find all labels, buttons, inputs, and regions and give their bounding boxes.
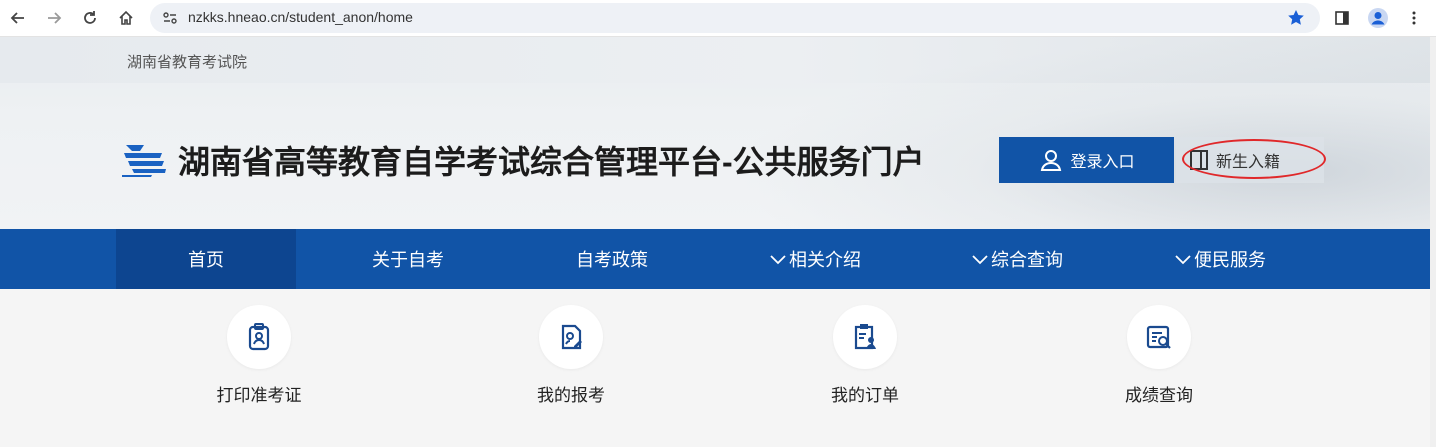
quick-link-label[interactable]: 我的报考 <box>471 381 671 406</box>
page-scrollbar[interactable] <box>1430 37 1436 447</box>
reload-button[interactable] <box>78 6 102 30</box>
home-icon <box>119 10 133 25</box>
chevron-down-icon <box>972 255 988 265</box>
avatar-icon <box>1368 8 1388 28</box>
home-button[interactable] <box>114 6 138 30</box>
chevron-down-icon <box>770 255 786 265</box>
nav-label: 综合查询 <box>991 250 1063 271</box>
search-document-icon <box>1146 325 1171 349</box>
background-landscape <box>730 37 1430 229</box>
id-badge-icon <box>248 323 270 351</box>
quick-links-section: 打印准考证 我的报考 我的订单 成绩查询 <box>0 289 1430 447</box>
quick-link-icon-wrap[interactable] <box>539 305 603 369</box>
nav-label: 相关介绍 <box>789 250 861 271</box>
quick-link-icon-wrap[interactable] <box>227 305 291 369</box>
nav-item-services[interactable]: 便民服务 <box>1130 229 1310 289</box>
nav-label: 首页 <box>188 250 224 271</box>
hnce-logo-icon[interactable] <box>122 141 168 179</box>
quick-link-score-query[interactable]: 成绩查询 <box>1059 305 1259 406</box>
bookmark-star-icon[interactable] <box>1286 8 1306 28</box>
nav-label: 关于自考 <box>372 250 444 271</box>
annotation-circle <box>1182 139 1326 179</box>
user-icon <box>1041 150 1062 171</box>
site-header: 湖南省教育考试院 湖南省高等教育自学考试综合管理平台-公共服务门户 登录入口 新… <box>0 37 1430 229</box>
nav-item-intro[interactable]: 相关介绍 <box>725 229 905 289</box>
clipboard-user-icon <box>854 324 876 350</box>
site-settings-icon[interactable] <box>162 10 178 26</box>
quick-link-my-orders[interactable]: 我的订单 <box>765 305 965 406</box>
quick-link-icon-wrap[interactable] <box>1127 305 1191 369</box>
quick-link-label[interactable]: 打印准考证 <box>159 381 359 406</box>
more-vertical-icon <box>1412 11 1416 25</box>
menu-button[interactable] <box>1402 6 1426 30</box>
address-bar[interactable]: nzkks.hneao.cn/student_anon/home <box>150 3 1320 33</box>
forward-button[interactable] <box>42 6 66 30</box>
quick-link-label[interactable]: 我的订单 <box>765 381 965 406</box>
nav-label: 便民服务 <box>1194 250 1266 271</box>
quick-link-my-registration[interactable]: 我的报考 <box>471 305 671 406</box>
url-text[interactable]: nzkks.hneao.cn/student_anon/home <box>188 9 413 25</box>
arrow-left-icon <box>10 12 24 24</box>
reload-icon <box>84 11 96 24</box>
nav-item-policy[interactable]: 自考政策 <box>522 229 702 289</box>
quick-link-print-admission[interactable]: 打印准考证 <box>159 305 359 406</box>
login-label: 登录入口 <box>1070 152 1135 171</box>
quick-link-icon-wrap[interactable] <box>833 305 897 369</box>
side-panel-icon <box>1335 11 1349 25</box>
main-nav: 首页 关于自考 自考政策 相关介绍 综合查询 便民服务 <box>0 229 1430 289</box>
arrow-right-icon <box>48 12 62 24</box>
profile-button[interactable] <box>1366 6 1390 30</box>
edit-document-icon <box>561 324 582 350</box>
nav-item-query[interactable]: 综合查询 <box>927 229 1107 289</box>
nav-item-about[interactable]: 关于自考 <box>318 229 498 289</box>
quick-link-label[interactable]: 成绩查询 <box>1059 381 1259 406</box>
browser-toolbar: nzkks.hneao.cn/student_anon/home <box>0 0 1436 37</box>
login-button[interactable]: 登录入口 <box>999 137 1174 183</box>
page-title: 湖南省高等教育自学考试综合管理平台-公共服务门户 <box>178 144 925 180</box>
org-name[interactable]: 湖南省教育考试院 <box>127 51 247 72</box>
nav-item-home[interactable]: 首页 <box>116 229 296 289</box>
nav-label: 自考政策 <box>576 250 648 271</box>
chevron-down-icon <box>1175 255 1191 265</box>
back-button[interactable] <box>6 6 30 30</box>
side-panel-button[interactable] <box>1330 6 1354 30</box>
